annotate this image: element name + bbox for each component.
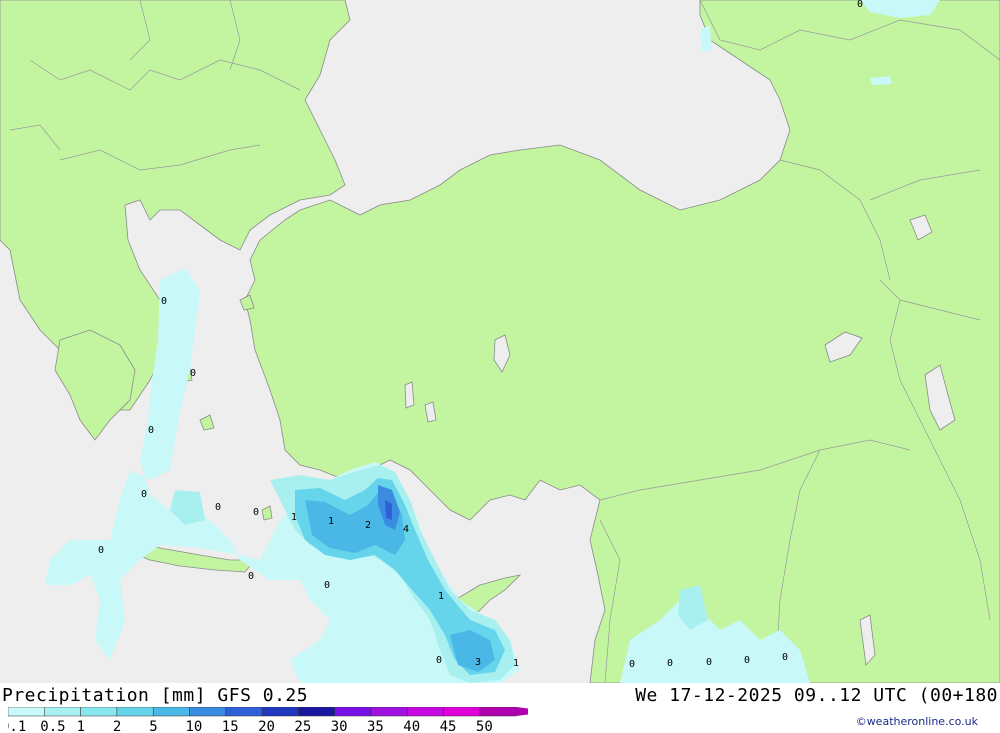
legend-swatch [370,707,408,717]
lake-egirdir [404,381,415,409]
legend-swatch [225,707,263,717]
legend-swatch [261,707,299,717]
legend-swatch [189,707,227,717]
legend-label: 25 [294,719,311,733]
value-label: 0 [744,655,750,666]
legend-label: 35 [367,719,384,733]
legend-label: 20 [258,719,275,733]
legend-label: 50 [476,719,493,733]
legend-arrow [516,707,528,716]
legend-label: 0.5 [40,719,65,733]
value-label: 1 [328,516,334,527]
value-label: 0 [782,652,788,663]
value-label: 0 [857,0,863,10]
legend-swatch [116,707,154,717]
valid-time: We 17-12-2025 09..12 UTC (00+180 [635,685,998,706]
map-title: Precipitation [mm] GFS 0.25 [2,685,309,706]
map-area[interactable]: 0 0 0 0 0 0 0 0 1 1 2 4 0 1 0 3 1 0 0 0 … [0,0,1000,683]
precipitation-map-view: 0 0 0 0 0 0 0 0 1 1 2 4 0 1 0 3 1 0 0 0 … [0,0,1000,733]
value-label: 0 [667,658,673,669]
legend-swatch [298,707,335,717]
legend-label: 30 [331,719,348,733]
legend-label: 40 [403,719,420,733]
value-label: 0 [98,545,104,556]
value-label: 0 [706,657,712,668]
legend-labels: 0.10.5125101520253035404550 [8,719,493,733]
legend-label: 1 [77,719,85,733]
value-label: 0 [215,502,221,513]
legend-swatch [479,707,517,717]
value-label: 0 [436,655,442,666]
value-label: 2 [365,520,371,531]
value-label: 0 [253,507,259,518]
legend-label: 15 [222,719,239,733]
legend-swatch [44,707,81,717]
value-label: 1 [438,591,444,602]
value-label: 0 [629,659,635,670]
credit-link[interactable]: ©weatheronline.co.uk [856,715,978,728]
legend-swatch [8,707,45,717]
legend-swatch [407,707,444,717]
value-label: 1 [513,658,519,669]
value-label: 1 [291,512,297,523]
legend-swatch [152,707,190,717]
legend-label: 0.1 [8,719,26,733]
legend-swatches [8,707,528,717]
legend-swatch [443,707,481,717]
legend-label: 10 [186,719,203,733]
value-label: 3 [475,657,481,668]
value-label: 0 [161,296,167,307]
legend-label: 5 [149,719,157,733]
legend-label: 2 [113,719,121,733]
value-label: 0 [248,571,254,582]
value-label: 0 [141,489,147,500]
precip-legend: 0.10.5125101520253035404550 [8,707,528,733]
value-label: 0 [190,368,196,379]
legend-swatch [334,707,372,717]
legend-swatch [80,707,118,717]
map-footer: Precipitation [mm] GFS 0.25 We 17-12-202… [0,683,1000,733]
value-label: 4 [403,524,409,535]
value-label: 0 [148,425,154,436]
value-label: 0 [324,580,330,591]
legend-label: 45 [440,719,457,733]
